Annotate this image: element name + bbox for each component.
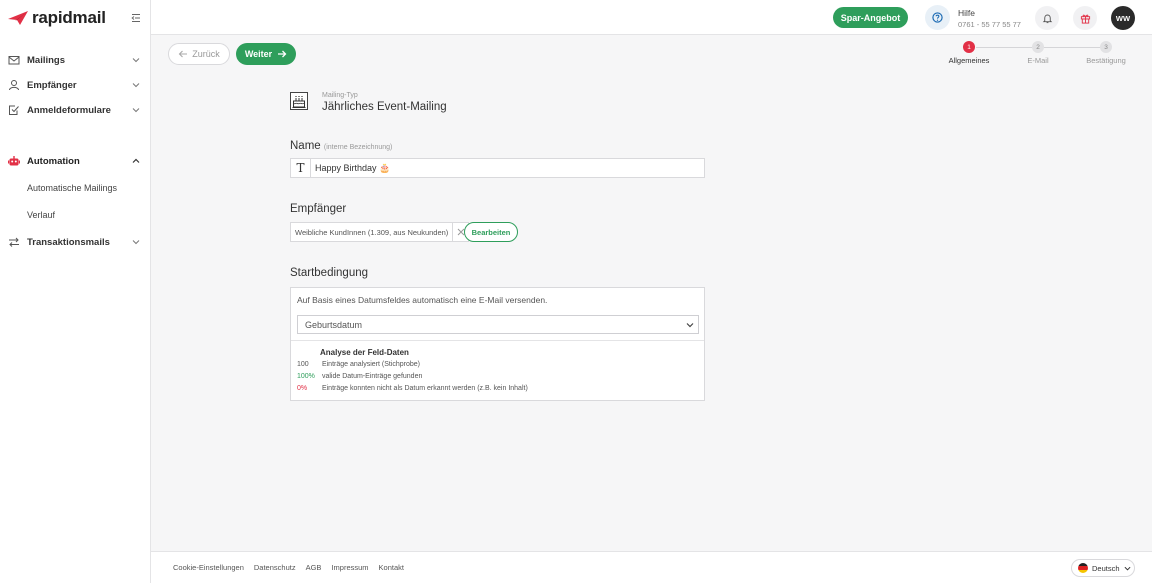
collapse-menu-icon[interactable]	[130, 12, 142, 24]
footer: Cookie-Einstellungen Datenschutz AGB Imp…	[151, 551, 1152, 583]
name-hint: (interne Bezeichnung)	[323, 144, 393, 151]
chevron-down-icon	[132, 83, 140, 88]
analysis-text: valide Datum-Einträge gefunden	[321, 373, 423, 380]
arrow-left-icon	[178, 50, 188, 58]
step-number: 3	[1100, 41, 1112, 53]
chevron-down-icon	[686, 323, 694, 328]
analysis-row: 100% valide Datum-Einträge gefunden	[297, 373, 422, 380]
paper-plane-logo-icon	[8, 11, 28, 25]
brand-name: rapidmail	[32, 8, 106, 27]
mailing-type-title: Jährliches Event-Mailing	[322, 101, 447, 113]
recipients-section-title: Empfänger	[290, 203, 347, 215]
step-bestaetigung[interactable]: 3 Bestätigung	[1066, 41, 1146, 65]
recipient-list-tag: Weibliche KundInnen (1.309, aus Neukunde…	[290, 222, 470, 242]
analysis-title: Analyse der Feld-Daten	[320, 348, 409, 357]
notifications-button[interactable]	[1035, 6, 1059, 30]
footer-link-contact[interactable]: Kontakt	[379, 563, 404, 572]
chevron-down-icon	[1124, 566, 1131, 571]
mailing-type: Mailing-Typ Jährliches Event-Mailing	[290, 92, 447, 113]
language-select[interactable]: Deutsch	[1071, 559, 1135, 577]
chevron-down-icon	[132, 240, 140, 245]
analysis-value: 0%	[297, 385, 308, 392]
help-contact: Hilfe 0761 - 55 77 55 77	[958, 8, 1021, 29]
mailing-type-text: Mailing-Typ Jährliches Event-Mailing	[322, 92, 447, 113]
step-allgemeines[interactable]: 1 Allgemeines	[929, 41, 1009, 65]
edit-recipients-button[interactable]: Bearbeiten	[464, 222, 518, 242]
name-title: Name	[290, 140, 321, 152]
topbar: Spar-Angebot Hilfe 0761 - 55 77 55 77 WW	[151, 0, 1152, 35]
footer-link-imprint[interactable]: Impressum	[331, 563, 368, 572]
gift-icon	[1080, 14, 1090, 24]
robot-icon	[8, 156, 20, 166]
user-avatar[interactable]: WW	[1111, 6, 1135, 30]
wizard-stepper: 1 Allgemeines 2 E-Mail 3 Bestätigung	[940, 40, 1140, 68]
question-circle-icon	[932, 12, 943, 23]
sidebar: rapidmail Mailings Empfänger Anmeldeform…	[0, 0, 151, 583]
sidebar-subitem-automatische-mailings[interactable]: Automatische Mailings	[27, 183, 117, 193]
mailing-type-caption: Mailing-Typ	[322, 92, 358, 99]
step-label: Bestätigung	[1086, 56, 1126, 65]
footer-link-terms[interactable]: AGB	[306, 563, 322, 572]
sidebar-item-anmeldeformulare[interactable]: Anmeldeformulare	[0, 98, 150, 122]
footer-links: Cookie-Einstellungen Datenschutz AGB Imp…	[173, 563, 404, 572]
help-title: Hilfe	[958, 8, 976, 18]
recipient-list-label: Weibliche KundInnen (1.309, aus Neukunde…	[295, 227, 449, 237]
name-field[interactable]: T	[290, 158, 705, 178]
step-label: Allgemeines	[948, 56, 990, 65]
rapidmail-logo[interactable]: rapidmail	[8, 8, 106, 27]
sidebar-item-label: Mailings	[27, 54, 66, 66]
gift-button[interactable]	[1073, 6, 1097, 30]
analysis-value: 100	[297, 361, 309, 368]
sidebar-item-transaktionsmails[interactable]: Transaktionsmails	[0, 230, 150, 254]
chevron-up-icon	[132, 158, 140, 163]
name-section-title: Name (interne Bezeichnung)	[290, 140, 392, 152]
footer-link-privacy[interactable]: Datenschutz	[254, 563, 296, 572]
next-button[interactable]: Weiter	[236, 43, 296, 65]
user-icon	[9, 80, 19, 91]
date-field-selected: Geburtsdatum	[305, 319, 363, 330]
step-number: 2	[1032, 41, 1044, 53]
back-button-label: Zurück	[192, 49, 220, 59]
text-T-icon: T	[291, 159, 311, 177]
analysis-row: 0% Einträge konnten nicht als Datum erka…	[297, 385, 528, 392]
start-condition-description: Auf Basis eines Datumsfeldes automatisch…	[297, 295, 548, 305]
transfer-arrows-icon	[9, 237, 19, 247]
bell-icon	[1042, 14, 1052, 23]
language-label: Deutsch	[1092, 563, 1120, 573]
sidebar-item-empfaenger[interactable]: Empfänger	[0, 73, 150, 97]
analysis-row: 100 Einträge analysiert (Stichprobe)	[297, 361, 420, 368]
analysis-text: Einträge analysiert (Stichprobe)	[321, 361, 421, 368]
chevron-down-icon	[132, 58, 140, 63]
back-button[interactable]: Zurück	[168, 43, 230, 65]
birthday-cake-icon	[290, 92, 308, 110]
help-button[interactable]	[925, 5, 950, 30]
german-flag-icon	[1078, 563, 1088, 573]
form-check-icon	[9, 105, 19, 115]
arrow-right-icon	[278, 50, 287, 58]
next-button-label: Weiter	[244, 49, 273, 59]
start-condition-title: Startbedingung	[290, 267, 369, 279]
chevron-down-icon	[132, 108, 140, 113]
sidebar-item-label: Transaktionsmails	[27, 236, 110, 248]
sidebar-subitem-verlauf[interactable]: Verlauf	[27, 210, 55, 220]
mail-icon	[8, 56, 20, 65]
name-input[interactable]	[311, 163, 691, 173]
sidebar-item-automation[interactable]: Automation	[0, 149, 150, 173]
start-condition-box: Auf Basis eines Datumsfeldes automatisch…	[290, 287, 705, 401]
sidebar-item-mailings[interactable]: Mailings	[0, 48, 150, 72]
analysis-text: Einträge konnten nicht als Datum erkannt…	[321, 385, 528, 392]
analysis-value: 100%	[297, 373, 315, 380]
step-number: 1	[963, 41, 975, 53]
footer-link-cookie-settings[interactable]: Cookie-Einstellungen	[173, 563, 244, 572]
divider	[291, 340, 704, 341]
help-phone: 0761 - 55 77 55 77	[958, 20, 1021, 29]
sidebar-item-label: Empfänger	[27, 79, 77, 91]
sidebar-item-label: Automation	[27, 155, 80, 167]
sidebar-item-label: Anmeldeformulare	[27, 104, 111, 116]
date-field-select[interactable]: Geburtsdatum	[297, 315, 699, 334]
offer-button[interactable]: Spar-Angebot	[833, 7, 908, 28]
